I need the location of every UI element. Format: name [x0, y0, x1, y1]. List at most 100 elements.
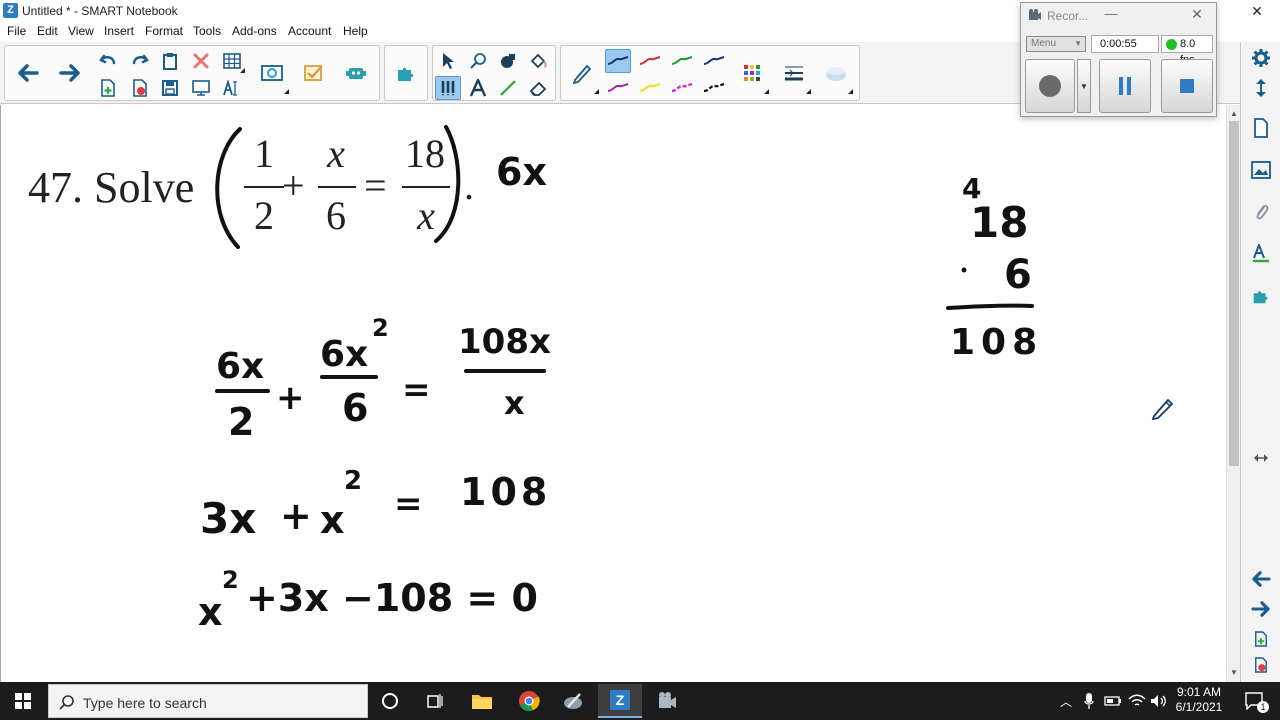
- notification-count-badge: 1: [1257, 701, 1269, 713]
- battery-tray-icon[interactable]: [1102, 686, 1124, 716]
- chrome-taskbar-button[interactable]: [514, 686, 544, 716]
- sidebar-delete-page-button[interactable]: [1247, 651, 1275, 679]
- previous-page-button[interactable]: [11, 48, 45, 98]
- menu-format[interactable]: Format: [145, 24, 183, 38]
- select-tool-button[interactable]: [435, 49, 461, 73]
- horizontal-resize-icon: [1254, 454, 1268, 462]
- menu-tools[interactable]: Tools: [193, 24, 221, 38]
- magic-pen-button[interactable]: [465, 49, 491, 73]
- text-tool-button[interactable]: [465, 76, 491, 100]
- menu-help[interactable]: Help: [343, 24, 368, 38]
- page-sorter-tab[interactable]: [1247, 114, 1275, 142]
- recorder-menu-dropdown[interactable]: Menu ▼: [1026, 36, 1086, 52]
- sidebar-add-page-button[interactable]: [1247, 625, 1275, 653]
- show-hidden-icons-button[interactable]: ︿: [1056, 686, 1076, 716]
- response-button[interactable]: [297, 48, 331, 98]
- color-palette-button[interactable]: [735, 48, 769, 98]
- scroll-down-icon[interactable]: ▼: [1230, 668, 1238, 677]
- add-page-button[interactable]: [95, 76, 121, 100]
- ink-step2-plus: +: [280, 494, 312, 538]
- text-a-icon: [470, 79, 486, 97]
- fill-tool-button[interactable]: [525, 49, 551, 73]
- eraser-tool-button[interactable]: [525, 76, 551, 100]
- shapes-tool-button[interactable]: [495, 49, 521, 73]
- recorder-close-button[interactable]: ✕: [1185, 6, 1209, 23]
- pen-tool-button[interactable]: [435, 76, 461, 100]
- video-recorder-icon: [659, 692, 676, 708]
- ink-layer[interactable]: [0, 105, 1226, 682]
- pen-color-navy[interactable]: [701, 49, 727, 73]
- vertical-scrollbar[interactable]: ▲ ▼: [1226, 105, 1240, 682]
- pen-color-magenta-dashed[interactable]: [669, 76, 695, 100]
- move-sidebar-button[interactable]: [1247, 74, 1275, 102]
- task-view-button[interactable]: [420, 686, 450, 716]
- pen-color-green[interactable]: [669, 49, 695, 73]
- ink-stroke-icon: [639, 56, 661, 65]
- save-button[interactable]: [157, 76, 183, 100]
- settings-button[interactable]: [1247, 44, 1275, 72]
- pen-type-button[interactable]: [565, 48, 599, 98]
- recorder-minimize-button[interactable]: —: [1099, 6, 1123, 21]
- dropdown-triangle-icon: [764, 89, 769, 94]
- pause-button[interactable]: [1099, 59, 1151, 113]
- screen-shade-button[interactable]: [188, 76, 214, 100]
- pen-color-purple[interactable]: [605, 76, 631, 100]
- smart-notebook-taskbar-button[interactable]: Z: [598, 684, 642, 718]
- menu-file[interactable]: File: [7, 24, 26, 38]
- pen-color-dark-blue[interactable]: [605, 49, 631, 73]
- cortana-button[interactable]: [375, 686, 405, 716]
- stop-button[interactable]: [1161, 59, 1213, 113]
- add-ons-tab[interactable]: [1247, 282, 1275, 310]
- add-ons-button[interactable]: [389, 48, 423, 98]
- notifications-button[interactable]: 1: [1240, 686, 1270, 716]
- fill-effects-button[interactable]: [819, 48, 853, 98]
- volume-tray-icon[interactable]: [1148, 686, 1170, 716]
- battery-plug-icon: [1104, 696, 1121, 706]
- scrollbar-thumb[interactable]: [1229, 121, 1239, 466]
- pen-color-yellow[interactable]: [637, 76, 663, 100]
- system-clock[interactable]: 9:01 AM 6/1/2021: [1168, 685, 1230, 715]
- delete-page-button[interactable]: [127, 76, 153, 100]
- paste-button[interactable]: [157, 49, 183, 73]
- undo-button[interactable]: [95, 49, 121, 73]
- sidebar-previous-page-button[interactable]: [1247, 565, 1275, 593]
- next-page-button[interactable]: [53, 48, 87, 98]
- table-button[interactable]: [219, 49, 245, 73]
- start-button[interactable]: [8, 686, 38, 716]
- scroll-up-icon[interactable]: ▲: [1230, 109, 1238, 118]
- properties-tab[interactable]: [1247, 240, 1275, 268]
- close-button[interactable]: ✕: [1234, 0, 1280, 22]
- smart-ink-taskbar-button[interactable]: [558, 686, 588, 716]
- chrome-icon: [519, 691, 540, 712]
- wifi-tray-icon[interactable]: [1126, 686, 1148, 716]
- text-properties-button[interactable]: [219, 76, 245, 100]
- attachments-tab[interactable]: [1247, 198, 1275, 226]
- line-width-button[interactable]: [777, 48, 811, 98]
- lab-activity-button[interactable]: [339, 48, 373, 98]
- resize-sidebar-handle[interactable]: [1247, 444, 1275, 472]
- record-button[interactable]: [1025, 59, 1075, 113]
- recorder-taskbar-button[interactable]: [652, 686, 682, 716]
- windows-taskbar: Type here to search Z ︿ 9:01 AM 6/1/2021: [0, 682, 1280, 720]
- menu-edit[interactable]: Edit: [37, 24, 58, 38]
- pen-color-black-dashed[interactable]: [701, 76, 727, 100]
- pen-color-red[interactable]: [637, 49, 663, 73]
- file-explorer-taskbar-button[interactable]: [467, 686, 497, 716]
- line-thickness-icon: [785, 66, 803, 81]
- record-options-dropdown[interactable]: ▼: [1077, 59, 1091, 113]
- menu-account[interactable]: Account: [288, 24, 331, 38]
- menu-view[interactable]: View: [68, 24, 94, 38]
- gallery-tab[interactable]: [1247, 156, 1275, 184]
- window-title: Untitled * - SMART Notebook: [22, 4, 178, 18]
- redo-button[interactable]: [127, 49, 153, 73]
- menu-add-ons[interactable]: Add-ons: [232, 24, 277, 38]
- sidebar-next-page-button[interactable]: [1247, 595, 1275, 623]
- speaker-icon: [1151, 695, 1166, 707]
- microphone-tray-icon[interactable]: [1078, 686, 1100, 716]
- document-camera-button[interactable]: [255, 48, 289, 98]
- taskbar-search-box[interactable]: Type here to search: [48, 684, 368, 718]
- menu-insert[interactable]: Insert: [104, 24, 134, 38]
- line-tool-button[interactable]: [495, 76, 521, 100]
- delete-button[interactable]: [188, 49, 214, 73]
- arrow-left-icon: [18, 64, 39, 82]
